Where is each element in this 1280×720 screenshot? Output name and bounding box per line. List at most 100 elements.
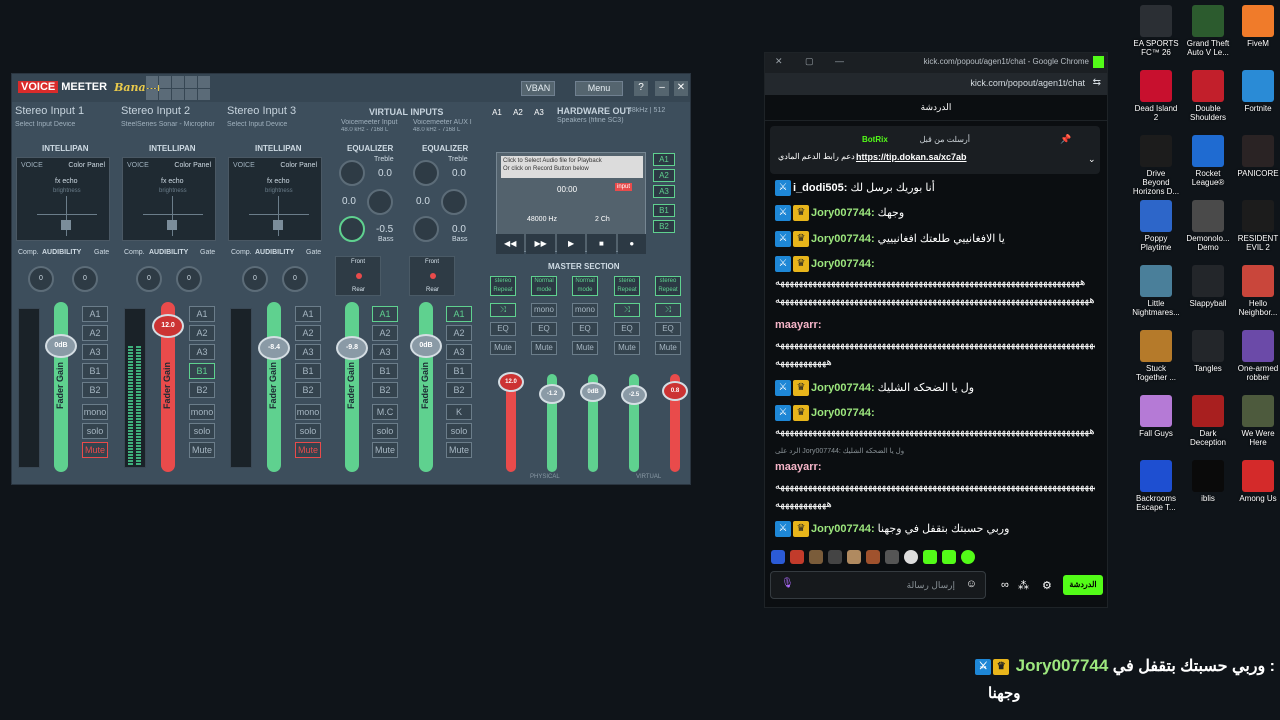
master-b2-mode[interactable]: stereo Repeat — [655, 276, 681, 296]
chat-message[interactable]: ⚔ ♛ Jory007744: وربي حسبتك بتقفل في وجهنا — [775, 521, 1095, 537]
strip3-fader-knob[interactable]: -8.4 — [258, 336, 290, 360]
desktop-shortcut[interactable]: Slappyball — [1184, 265, 1232, 308]
strip2-solo[interactable]: solo — [189, 423, 215, 439]
strip3-fader[interactable]: -8.4 Fader Gain — [258, 302, 290, 472]
emote-icon[interactable] — [809, 550, 823, 564]
strip3-device[interactable]: Select Input Device — [227, 121, 327, 128]
emote-icon[interactable] — [923, 550, 937, 564]
master-b1-eq[interactable]: EQ — [614, 322, 640, 336]
master-a2-mode[interactable]: Normal mode — [531, 276, 557, 296]
master-b2-eq[interactable]: EQ — [655, 322, 681, 336]
desktop-shortcut[interactable]: Poppy Playtime — [1132, 200, 1180, 252]
emote-icon[interactable] — [904, 550, 918, 564]
master-a2-knob[interactable]: -1.2 — [539, 384, 565, 404]
master-a1-eq[interactable]: EQ — [490, 322, 516, 336]
strip3-comp-knob[interactable]: 0 — [242, 266, 268, 292]
vi1-bass-knob[interactable] — [339, 216, 365, 242]
vi2-route-b2[interactable]: B2 — [446, 382, 472, 398]
emote-icon[interactable] — [828, 550, 842, 564]
chat-message[interactable]: ⚔ ♛ Jory007744: يا الافغانييي طلعتك افغاني… — [775, 231, 1095, 247]
desktop-shortcut[interactable]: One-armed robber — [1234, 330, 1280, 382]
ipan-cursor[interactable] — [167, 220, 177, 230]
chat-username[interactable]: Jory007744: — [811, 407, 875, 419]
master-a3-mono[interactable]: mono — [572, 303, 598, 317]
emoji-icon[interactable]: ☺ — [966, 578, 977, 590]
desktop-shortcut[interactable]: Rocket League® — [1184, 135, 1232, 187]
strip1-route-b2[interactable]: B2 — [82, 382, 108, 398]
strip2-route-b1[interactable]: B1 — [189, 363, 215, 379]
desktop-shortcut[interactable]: Stuck Together ... — [1132, 330, 1180, 382]
master-b2-mono-icon[interactable]: ⤨ — [655, 303, 681, 317]
chat-message[interactable]: maayarr: — [775, 319, 1095, 332]
vi1-fader[interactable]: -9.8 Fader Gain — [336, 302, 368, 472]
app-icon[interactable] — [1242, 135, 1274, 167]
app-icon[interactable] — [1140, 200, 1172, 232]
vi1-route-b2[interactable]: B2 — [372, 382, 398, 398]
desktop-shortcut[interactable]: Double Shoulders — [1184, 70, 1232, 122]
strip1-solo[interactable]: solo — [82, 423, 108, 439]
chat-username[interactable]: i_dodi505: — [793, 182, 847, 194]
strip2-device[interactable]: SteelSeries Sonar - Microphor — [121, 121, 221, 128]
app-icon[interactable] — [1242, 70, 1274, 102]
strip3-route-a1[interactable]: A1 — [295, 306, 321, 322]
chat-message[interactable]: ⚔ i_dodi505: أنا بوريك برسل لك — [775, 180, 1095, 196]
strip3-route-b2[interactable]: B2 — [295, 382, 321, 398]
app-icon[interactable] — [1140, 265, 1172, 297]
master-a3-knob[interactable]: 0dB — [580, 382, 606, 402]
vi1-route-a3[interactable]: A3 — [372, 344, 398, 360]
chat-username[interactable]: Jory007744: — [811, 233, 875, 245]
play-icon[interactable]: ▶ — [556, 234, 586, 254]
master-a3-fader[interactable]: 0dB — [580, 374, 606, 472]
vi2-mid-knob[interactable] — [441, 189, 467, 215]
stop-icon[interactable]: ■ — [587, 234, 616, 254]
pan-dot[interactable] — [430, 273, 436, 279]
cassette-bus-a2[interactable]: A2 — [653, 169, 675, 182]
desktop-shortcut[interactable]: Among Us — [1234, 460, 1280, 503]
desktop-shortcut[interactable]: Dead Island 2 — [1132, 70, 1180, 122]
vi2-k[interactable]: K — [446, 404, 472, 420]
desktop-shortcut[interactable]: Dark Deception — [1184, 395, 1232, 447]
maximize-icon[interactable]: ▢ — [805, 56, 814, 67]
chat-message[interactable]: ⚔ ♛ Jory007744: — [775, 405, 1095, 421]
strip3-mute[interactable]: Mute — [295, 442, 321, 458]
vi1-treble-knob[interactable] — [339, 160, 365, 186]
vi2-fader[interactable]: 0dB Fader Gain — [410, 302, 442, 472]
strip1-route-a3[interactable]: A3 — [82, 344, 108, 360]
desktop-shortcut[interactable]: Fall Guys — [1132, 395, 1180, 438]
hw-bus-a2[interactable]: A2 — [509, 108, 527, 117]
strip1-intellipan[interactable]: VOICE Color Panel fx echo brightness — [16, 157, 110, 241]
strip1-mono[interactable]: mono — [82, 404, 108, 420]
master-a2-mono[interactable]: mono — [531, 303, 557, 317]
strip2-route-a3[interactable]: A3 — [189, 344, 215, 360]
app-icon[interactable] — [1242, 395, 1274, 427]
vi1-route-b1[interactable]: B1 — [372, 363, 398, 379]
app-icon[interactable] — [1192, 395, 1224, 427]
app-icon[interactable] — [1242, 5, 1274, 37]
minimize-icon[interactable]: — — [835, 56, 844, 66]
master-b2-fader[interactable]: 0.8 — [662, 374, 688, 472]
vi1-surround-pan[interactable]: Front Rear — [335, 256, 381, 296]
pan-dot[interactable] — [356, 273, 362, 279]
help-button[interactable]: ? — [634, 81, 648, 96]
vi2-mute[interactable]: Mute — [446, 442, 472, 458]
app-icon[interactable] — [1192, 460, 1224, 492]
master-a2-mute[interactable]: Mute — [531, 341, 557, 355]
vi2-solo[interactable]: solo — [446, 423, 472, 439]
app-icon[interactable] — [1140, 460, 1172, 492]
desktop-shortcut[interactable]: Fortnite — [1234, 70, 1280, 113]
master-a3-mute[interactable]: Mute — [572, 341, 598, 355]
app-icon[interactable] — [1140, 395, 1172, 427]
master-b1-knob[interactable]: -2.5 — [621, 385, 647, 405]
vi2-route-a1[interactable]: A1 — [446, 306, 472, 322]
record-icon[interactable]: ● — [617, 234, 647, 254]
hardware-out-device[interactable]: Speakers (fifine SC3) — [557, 117, 687, 124]
strip1-route-b1[interactable]: B1 — [82, 363, 108, 379]
master-a1-mute[interactable]: Mute — [490, 341, 516, 355]
strip2-comp-knob[interactable]: 0 — [136, 266, 162, 292]
people-icon[interactable]: ⁂ — [1018, 579, 1029, 592]
vi2-treble-knob[interactable] — [413, 160, 439, 186]
strip2-route-b2[interactable]: B2 — [189, 382, 215, 398]
chat-username[interactable]: Jory007744: — [811, 258, 875, 270]
chat-username[interactable]: maayarr: — [775, 319, 821, 331]
strip2-route-a2[interactable]: A2 — [189, 325, 215, 341]
